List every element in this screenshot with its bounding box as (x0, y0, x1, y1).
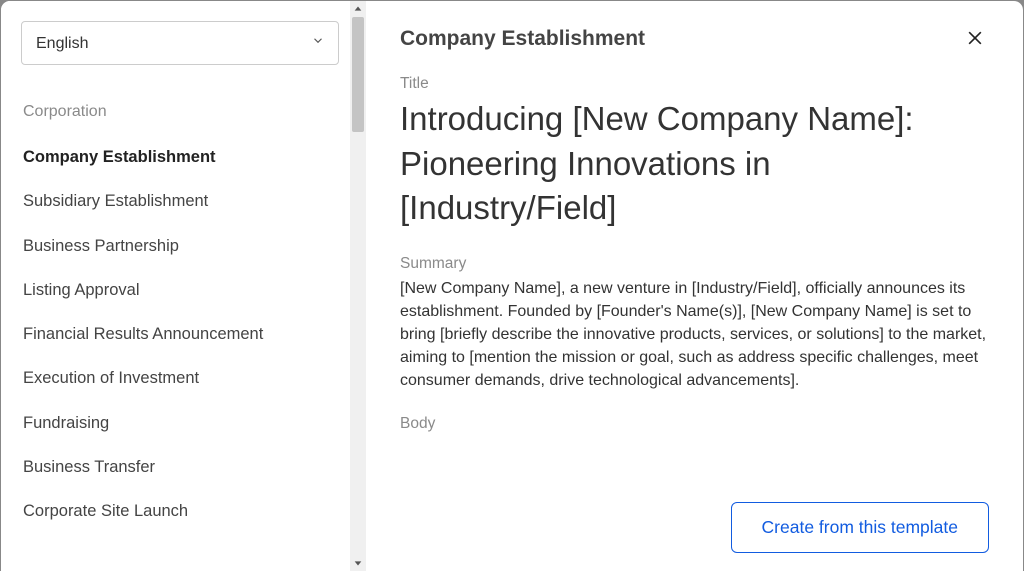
create-from-template-button[interactable]: Create from this template (731, 502, 989, 553)
scrollbar-thumb[interactable] (352, 17, 364, 132)
sidebar-item-financial-results-announcement[interactable]: Financial Results Announcement (21, 312, 352, 356)
sidebar-item-label: Subsidiary Establishment (23, 192, 208, 210)
title-text: Introducing [New Company Name]: Pioneeri… (400, 97, 989, 231)
sidebar-item-business-transfer[interactable]: Business Transfer (21, 445, 352, 489)
sidebar-item-label: Execution of Investment (23, 369, 199, 387)
body-label: Body (400, 415, 989, 433)
scrollbar-track[interactable] (350, 17, 366, 555)
sidebar-item-label: Listing Approval (23, 281, 140, 299)
scrollbar[interactable] (350, 1, 366, 571)
action-bar: Create from this template (400, 502, 989, 553)
scroll-down-icon[interactable] (350, 555, 366, 571)
sidebar-item-business-partnership[interactable]: Business Partnership (21, 224, 352, 268)
sidebar-item-execution-of-investment[interactable]: Execution of Investment (21, 356, 352, 400)
sidebar-item-label: Financial Results Announcement (23, 325, 263, 343)
sidebar-item-label: Business Partnership (23, 237, 179, 255)
sidebar-content: English Corporation Company Establishmen… (1, 1, 366, 571)
close-button[interactable] (961, 25, 989, 53)
sidebar-item-fundraising[interactable]: Fundraising (21, 401, 352, 445)
section-label: Corporation (21, 103, 352, 121)
summary-label: Summary (400, 255, 989, 273)
sidebar: English Corporation Company Establishmen… (1, 1, 366, 571)
language-select[interactable]: English (21, 21, 339, 65)
summary-text: [New Company Name], a new venture in [In… (400, 277, 989, 393)
sidebar-item-company-establishment[interactable]: Company Establishment (21, 135, 352, 179)
sidebar-item-label: Company Establishment (23, 148, 216, 166)
template-dialog: English Corporation Company Establishmen… (0, 0, 1024, 571)
language-select-wrap: English (21, 21, 339, 65)
preview-header: Company Establishment (400, 25, 989, 53)
sidebar-item-listing-approval[interactable]: Listing Approval (21, 268, 352, 312)
sidebar-item-corporate-site-launch[interactable]: Corporate Site Launch (21, 489, 352, 533)
template-nav: Company Establishment Subsidiary Establi… (21, 135, 352, 533)
title-label: Title (400, 75, 989, 93)
sidebar-item-label: Business Transfer (23, 458, 155, 476)
close-icon (965, 28, 985, 51)
sidebar-item-label: Fundraising (23, 414, 109, 432)
preview-heading: Company Establishment (400, 27, 645, 51)
sidebar-item-label: Corporate Site Launch (23, 502, 188, 520)
template-preview: Company Establishment Title Introducing … (366, 1, 1023, 571)
scroll-up-icon[interactable] (350, 1, 366, 17)
sidebar-item-subsidiary-establishment[interactable]: Subsidiary Establishment (21, 179, 352, 223)
